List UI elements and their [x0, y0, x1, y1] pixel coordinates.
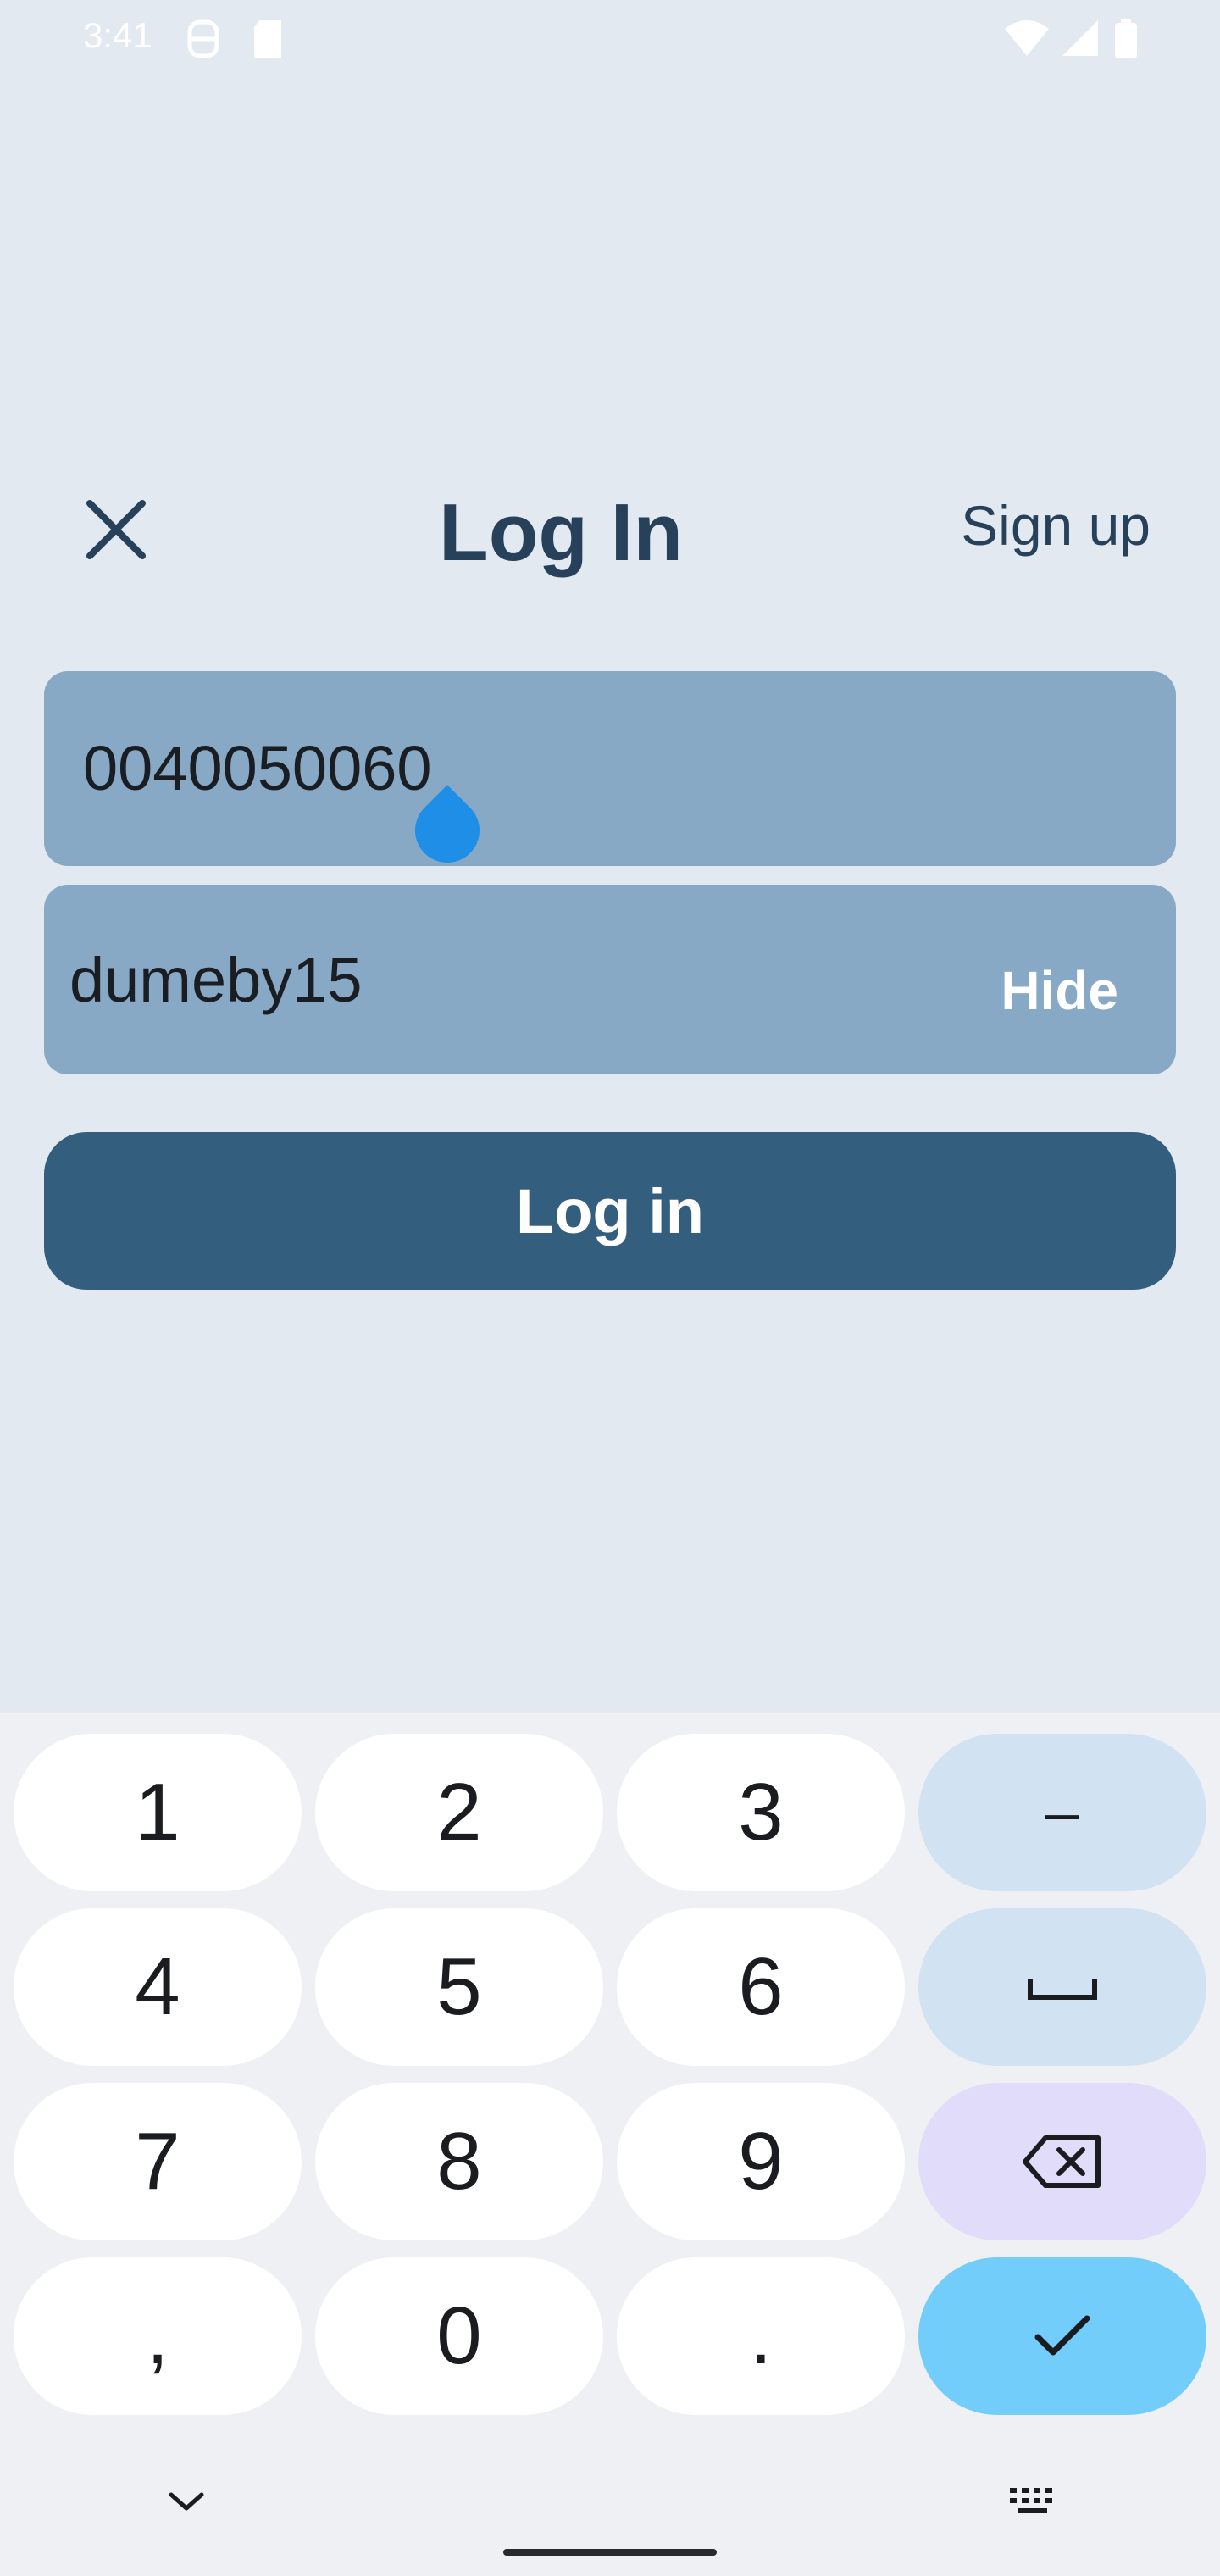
key-3[interactable]: 3 — [617, 1734, 905, 1891]
check-icon — [1034, 2315, 1090, 2356]
key-period[interactable]: . — [617, 2257, 905, 2415]
key-1[interactable]: 1 — [14, 1734, 302, 1891]
sd-card-icon — [251, 19, 285, 64]
key-8[interactable]: 8 — [315, 2083, 603, 2240]
key-label: – — [1045, 1779, 1080, 1846]
key-label: 5 — [436, 1941, 482, 2032]
password-input[interactable]: dumeby15 Hide — [44, 885, 1176, 1074]
hide-password-button[interactable]: Hide — [1001, 959, 1118, 1022]
numeric-keyboard: 1 2 3 – 4 5 6 7 8 9 , 0 . — [0, 1713, 1220, 2576]
status-time: 3:41 — [83, 15, 152, 55]
key-label: 8 — [436, 2116, 482, 2207]
key-label: . — [749, 2290, 773, 2381]
phone-number-input[interactable]: 0040050060 — [44, 671, 1176, 876]
key-label: 2 — [436, 1767, 482, 1857]
key-7[interactable]: 7 — [14, 2083, 302, 2240]
wifi-icon — [1003, 19, 1051, 62]
key-label: 3 — [738, 1767, 784, 1857]
battery-icon — [1113, 19, 1139, 64]
key-0[interactable]: 0 — [315, 2257, 603, 2415]
key-comma[interactable]: , — [14, 2257, 302, 2415]
key-5[interactable]: 5 — [315, 1908, 603, 2066]
face-id-icon — [185, 19, 222, 64]
home-indicator[interactable] — [503, 2549, 717, 2556]
key-label: 7 — [135, 2116, 180, 2207]
space-icon — [1028, 1979, 1097, 2000]
keyboard-icon[interactable] — [1008, 2484, 1059, 2523]
key-label: , — [146, 2290, 169, 2381]
key-dash[interactable]: – — [918, 1734, 1206, 1891]
key-2[interactable]: 2 — [315, 1734, 603, 1891]
backspace-icon — [1023, 2135, 1101, 2188]
key-enter[interactable] — [918, 2257, 1206, 2415]
signal-icon — [1059, 19, 1100, 62]
chevron-down-icon[interactable] — [166, 2490, 207, 2519]
sign-up-link[interactable]: Sign up — [961, 493, 1151, 558]
key-label: 1 — [135, 1767, 180, 1857]
key-backspace[interactable] — [918, 2083, 1206, 2240]
password-value: dumeby15 — [69, 945, 363, 1015]
key-label: 9 — [738, 2116, 784, 2207]
log-in-button[interactable]: Log in — [44, 1132, 1176, 1290]
key-label: 6 — [738, 1941, 784, 2032]
key-space[interactable] — [918, 1908, 1206, 2066]
key-9[interactable]: 9 — [617, 2083, 905, 2240]
key-4[interactable]: 4 — [14, 1908, 302, 2066]
phone-number-value: 0040050060 — [83, 733, 432, 803]
login-header: Log In Sign up — [0, 475, 1220, 578]
key-6[interactable]: 6 — [617, 1908, 905, 2066]
status-bar: 3:41 — [0, 0, 1220, 76]
key-label: 4 — [135, 1941, 180, 2032]
key-label: 0 — [436, 2290, 482, 2381]
